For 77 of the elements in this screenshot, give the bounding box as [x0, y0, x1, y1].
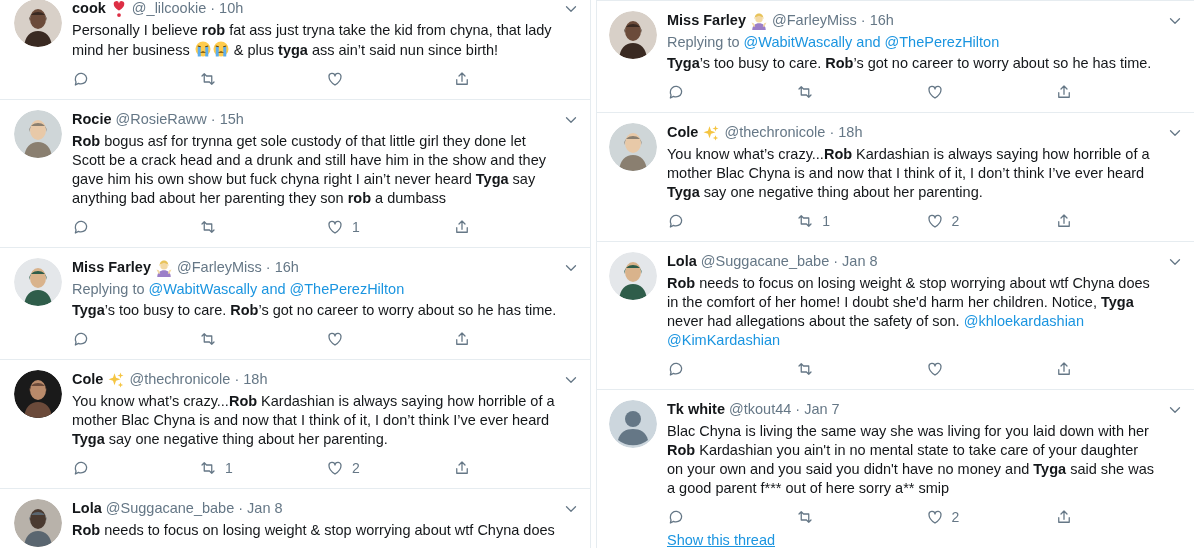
tweet-text: Rob bogus asf for trynna get sole custody of that little girl they done let Scott be a crack head and a drunk and still have him in the show and they gave him his own show but fuck chyna right I ain’t never heard Tyga say anything bad about her parenting they son rob a dumbass [72, 132, 547, 208]
tweet-text: Rob needs to focus on losing weight & stop worrying about wtf Chyna does [72, 521, 556, 540]
tweet-text: Tyga’s too busy to care. Rob’s got no career to worry about so he has time. [667, 54, 1153, 73]
handle-and-time: @tkout44 · Jan 7 [729, 400, 840, 420]
action-count: 1 [225, 458, 233, 478]
person-shrug-icon [750, 12, 768, 30]
replying-to-label: Replying to [667, 34, 740, 50]
reply-icon [667, 83, 685, 101]
tweet-text: Personally I believe rob fat ass just tryna take the kid from chyna, that lady mind her business & plus tyga ass ain’t said nun since birth! [72, 21, 553, 60]
like-button[interactable]: 2 [925, 211, 1055, 231]
retweet-icon [199, 459, 217, 477]
heart-icon [925, 83, 944, 101]
replying-to-label: Replying to [72, 281, 145, 297]
author-name[interactable]: Miss Farley [667, 10, 746, 32]
heart-icon [925, 508, 944, 526]
tweet-text: You know what’s crazy...Rob Kardashian is always saying how horrible of a mother Blac Chyna is and now that I think of it, I don’t think I’ve ever heard Tyga say one negative thing about her parenting. [72, 392, 556, 449]
share-icon [453, 330, 471, 348]
author-name[interactable]: Tk white [667, 399, 725, 421]
crying-face-icon [211, 40, 230, 58]
like-button[interactable]: 2 [925, 507, 1055, 527]
heart-icon [326, 330, 344, 348]
handle-and-time: @Suggacane_babe · Jan 8 [700, 252, 878, 272]
retweet-icon [199, 218, 217, 236]
author-name[interactable]: Rocie [72, 109, 112, 131]
author-name[interactable]: Cole [667, 122, 699, 144]
heart-icon [326, 218, 344, 236]
mention-link[interactable]: @khloekardashian [963, 313, 1084, 329]
reply-icon [72, 330, 90, 348]
handle-and-time: @_lilcookie · 10h [131, 0, 244, 19]
handle-and-time: @FarleyMiss · 16h [177, 258, 299, 278]
author-name[interactable]: Lola [72, 498, 102, 520]
tweet-text: Rob needs to focus on losing weight & stop worrying about wtf Chyna does in the comfort of her home! I doubt she'd harm her children. Notice, Tyga never had allegations about the safety of son. @khloekardashian @KimKardashian [667, 274, 1151, 350]
mention-link[interactable]: @WabitWascally and @ThePerezHilton [148, 281, 405, 297]
mention-link[interactable]: @KimKardashian [667, 332, 781, 348]
reply-icon [667, 508, 685, 526]
reply-icon [72, 218, 90, 236]
like-button[interactable]: 2 [326, 458, 453, 478]
action-count: 2 [951, 211, 960, 231]
handle-and-time: @FarleyMiss · 16h [772, 11, 894, 31]
action-count: 2 [951, 507, 960, 527]
handle-and-time: @thechronicole · 18h [129, 370, 268, 390]
action-count: 1 [822, 211, 831, 231]
share-icon [453, 218, 471, 236]
retweet-icon [199, 70, 217, 88]
tweet-text: Blac Chyna is living the same way she was living for you laid down with her Rob Kardashian you ain't in no mental state to take care of your daughter on your own and you said you didn't have no money and Tyga said she was a good parent f*** out of here sorry a** smip [667, 422, 1155, 498]
like-button[interactable]: 1 [326, 217, 453, 237]
author-name[interactable]: cook [72, 0, 106, 20]
heart-icon [326, 459, 344, 477]
heart-icon [326, 70, 344, 88]
reply-icon [667, 360, 685, 378]
handle-and-time: @thechronicole · 18h [724, 123, 863, 143]
author-name[interactable]: Cole [72, 369, 104, 391]
retweet-icon [199, 330, 217, 348]
retweet-button[interactable]: 1 [199, 458, 326, 478]
reply-icon [72, 459, 90, 477]
crying-face-icon [193, 40, 212, 58]
action-count: 2 [352, 458, 360, 478]
retweet-button[interactable]: 1 [796, 211, 926, 231]
share-icon [453, 459, 471, 477]
mention-link[interactable]: @WabitWascally and @ThePerezHilton [743, 34, 1000, 50]
show-thread-link[interactable]: Show this thread [667, 531, 775, 548]
sparkles-icon [107, 371, 126, 389]
sparkles-icon [702, 124, 721, 142]
reply-icon [72, 70, 90, 88]
tweet-text: Tyga’s too busy to care. Rob’s got no career to worry about so he has time. [72, 301, 558, 320]
tweet-text: You know what’s crazy...Rob Kardashian is always saying how horrible of a mother Blac Chyna is and now that I think of it, I don’t think I’ve ever heard Tyga say one negative thing about her parenting. [667, 145, 1151, 202]
handle-and-time: @RosieRaww · 15h [115, 110, 244, 130]
default-avatar-icon [609, 400, 657, 448]
author-name[interactable]: Lola [667, 251, 697, 273]
reply-icon [667, 212, 685, 230]
heart-icon [925, 212, 944, 230]
handle-and-time: @Suggacane_babe · Jan 8 [105, 499, 283, 519]
author-name[interactable]: Miss Farley [72, 257, 151, 279]
heart-icon [925, 360, 944, 378]
action-count: 1 [352, 217, 360, 237]
person-shrug-icon [155, 259, 173, 277]
share-icon [453, 70, 471, 88]
